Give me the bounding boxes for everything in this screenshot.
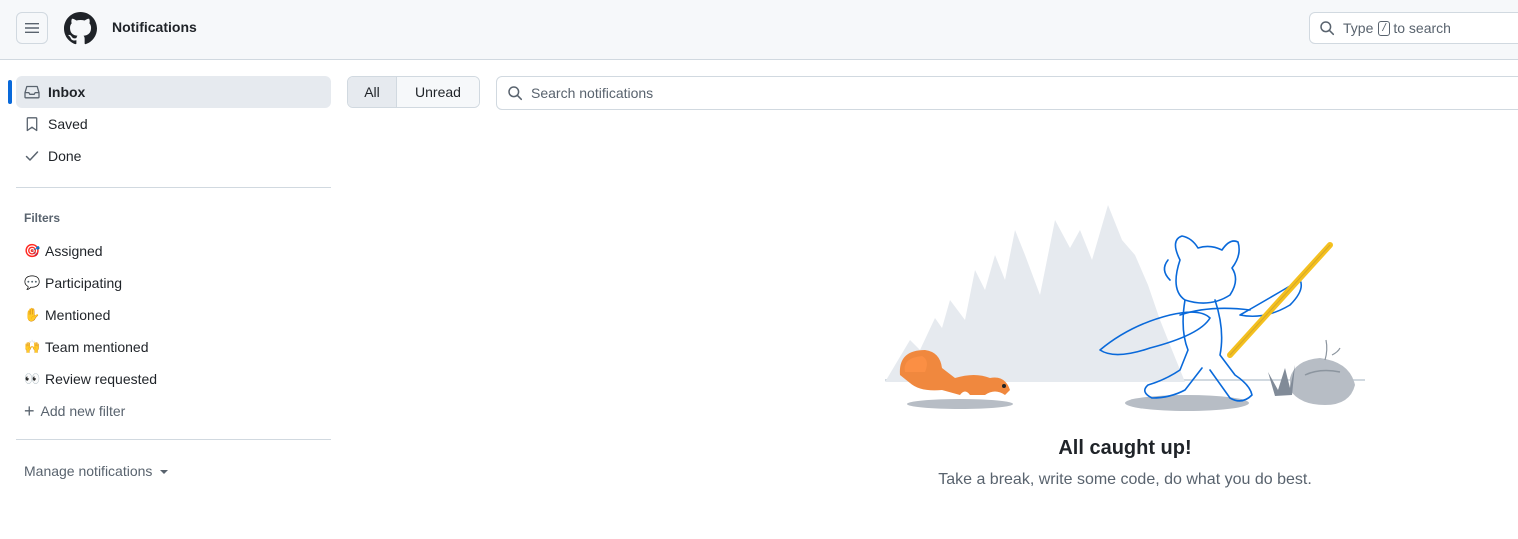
search-notifications-input[interactable] [531, 85, 1431, 101]
three-bars-icon [25, 23, 39, 33]
filter-label: Assigned [45, 243, 103, 259]
manage-label: Manage notifications [24, 463, 153, 479]
sidebar-item-label: Inbox [48, 84, 86, 100]
sidebar-divider [16, 187, 331, 188]
app-header: Notifications Type / to search [0, 0, 1518, 60]
manage-notifications-button[interactable]: Manage notifications [24, 463, 169, 479]
check-icon [24, 148, 40, 164]
page-title: Notifications [112, 19, 197, 35]
global-search-button[interactable]: Type / to search [1309, 12, 1518, 44]
github-mark-icon[interactable] [64, 12, 97, 45]
sidebar-item-inbox[interactable]: Inbox [16, 76, 331, 108]
filter-participating[interactable]: 💬 Participating [16, 268, 331, 298]
all-caught-up-illustration [885, 205, 1365, 411]
filter-label: Mentioned [45, 307, 111, 323]
active-indicator [8, 80, 12, 104]
search-suffix: to search [1393, 20, 1451, 36]
search-shortcut-key: / [1378, 20, 1391, 36]
search-icon [1319, 20, 1335, 36]
sidebar-item-saved[interactable]: Saved [16, 108, 331, 140]
segment-unread[interactable]: Unread [397, 77, 479, 107]
filter-mentioned[interactable]: ✋ Mentioned [16, 300, 331, 330]
search-icon [507, 85, 523, 101]
plus-icon: + [24, 401, 35, 421]
filter-label: Participating [45, 275, 123, 291]
bookmark-icon [24, 116, 40, 132]
sidebar-divider [16, 439, 331, 440]
sidebar-item-label: Saved [48, 116, 88, 132]
triangle-down-icon [160, 470, 169, 474]
filter-segmented-control: All Unread [347, 76, 480, 108]
inbox-icon [24, 84, 40, 100]
empty-state-subtitle: Take a break, write some code, do what y… [938, 471, 1312, 488]
raising-hands-icon: 🙌 [24, 339, 41, 354]
empty-state-title: All caught up! [1058, 437, 1192, 459]
filter-label: Review requested [45, 371, 158, 387]
filter-team-mentioned[interactable]: 🙌 Team mentioned [16, 332, 331, 362]
filter-review-requested[interactable]: 👀 Review requested [16, 364, 331, 394]
add-new-filter-button[interactable]: + Add new filter [24, 401, 126, 421]
filter-label: Team mentioned [45, 339, 149, 355]
segment-all[interactable]: All [348, 77, 397, 107]
speech-bubble-icon: 💬 [24, 275, 41, 290]
sidebar-item-label: Done [48, 148, 82, 164]
menu-button[interactable] [16, 12, 48, 44]
add-filter-label: Add new filter [40, 403, 126, 419]
search-prefix: Type [1343, 20, 1374, 36]
notifications-search[interactable] [496, 76, 1518, 110]
target-icon: 🎯 [24, 243, 41, 258]
raised-hand-icon: ✋ [24, 307, 41, 322]
filter-assigned[interactable]: 🎯 Assigned [16, 236, 331, 266]
eyes-icon: 👀 [24, 371, 41, 386]
filters-heading: Filters [24, 211, 61, 225]
sidebar-item-done[interactable]: Done [16, 140, 331, 172]
